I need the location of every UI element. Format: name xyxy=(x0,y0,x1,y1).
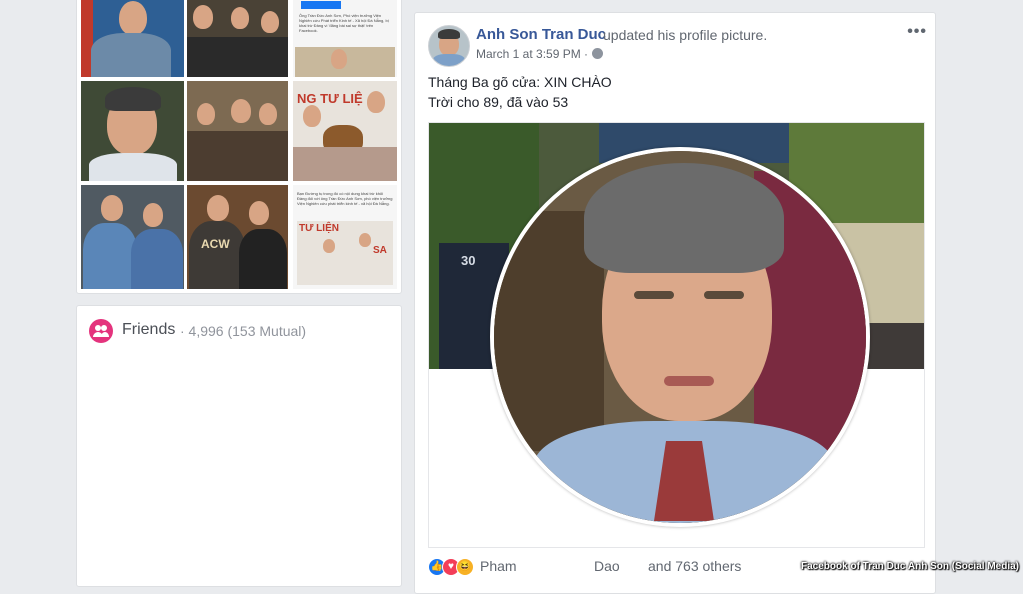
post-message-line-2: Trời cho 89, đã vào 53 xyxy=(428,94,569,110)
photo-thumb-8[interactable]: ACW xyxy=(187,185,288,289)
profile-picture-circle[interactable] xyxy=(490,147,870,527)
haha-icon: 😆 xyxy=(456,558,474,576)
image-credit: Facebook of Tran Duc Anh Son (Social Med… xyxy=(801,561,1019,572)
photo-thumb-4[interactable] xyxy=(81,81,184,181)
photo-thumb-7[interactable] xyxy=(81,185,184,289)
photo-caption-2: Bạn Đường tụ trong đó có nội dung khai t… xyxy=(297,191,393,206)
post-author-name[interactable]: Anh Son Tran Duc xyxy=(476,26,606,43)
photo-thumb-9[interactable]: Bạn Đường tụ trong đó có nội dung khai t… xyxy=(293,185,397,289)
friends-count: · 4,996 (153 Mutual) xyxy=(180,323,307,339)
sign-text-3: SA xyxy=(373,245,387,256)
profile-picture-frame[interactable]: 30 xyxy=(428,122,925,548)
reaction-others[interactable]: and 763 others xyxy=(648,558,741,574)
post-timestamp[interactable]: March 1 at 3:59 PM · xyxy=(476,47,588,61)
sign-text-2: TƯ LIỆN xyxy=(299,223,339,234)
house-number: 30 xyxy=(461,253,476,268)
photo-thumb-3[interactable]: Ông Trần Đức Anh Sơn, Phó viện trưởng Vi… xyxy=(293,0,397,77)
shirt-text: ACW xyxy=(201,237,230,251)
photos-grid-card: Ông Trần Đức Anh Sơn, Phó viện trưởng Vi… xyxy=(76,0,402,294)
friends-icon xyxy=(89,319,113,343)
photo-thumb-6[interactable]: NG TƯ LIỆ xyxy=(293,81,397,181)
photo-thumb-2[interactable] xyxy=(187,0,288,77)
more-options-icon[interactable]: ••• xyxy=(907,23,927,41)
friends-card: Friends · 4,996 (153 Mutual) xyxy=(76,305,402,587)
post-message-line-1: Tháng Ba gõ cửa: XIN CHÀO xyxy=(428,74,612,90)
photo-thumb-1[interactable] xyxy=(81,0,184,77)
photo-thumb-5[interactable] xyxy=(187,81,288,181)
reaction-names[interactable]: Pham xyxy=(480,558,517,574)
author-avatar[interactable] xyxy=(428,25,470,67)
friends-title[interactable]: Friends xyxy=(122,321,175,339)
globe-icon xyxy=(592,48,603,59)
photo-caption-1: Ông Trần Đức Anh Sơn, Phó viện trưởng Vi… xyxy=(299,13,389,33)
post-action-text: updated his profile picture. xyxy=(603,27,768,43)
reaction-name-2[interactable]: Dao xyxy=(594,558,620,574)
sign-text-1: NG TƯ LIỆ xyxy=(297,91,363,106)
post-card: Anh Son Tran Duc updated his profile pic… xyxy=(414,12,936,594)
